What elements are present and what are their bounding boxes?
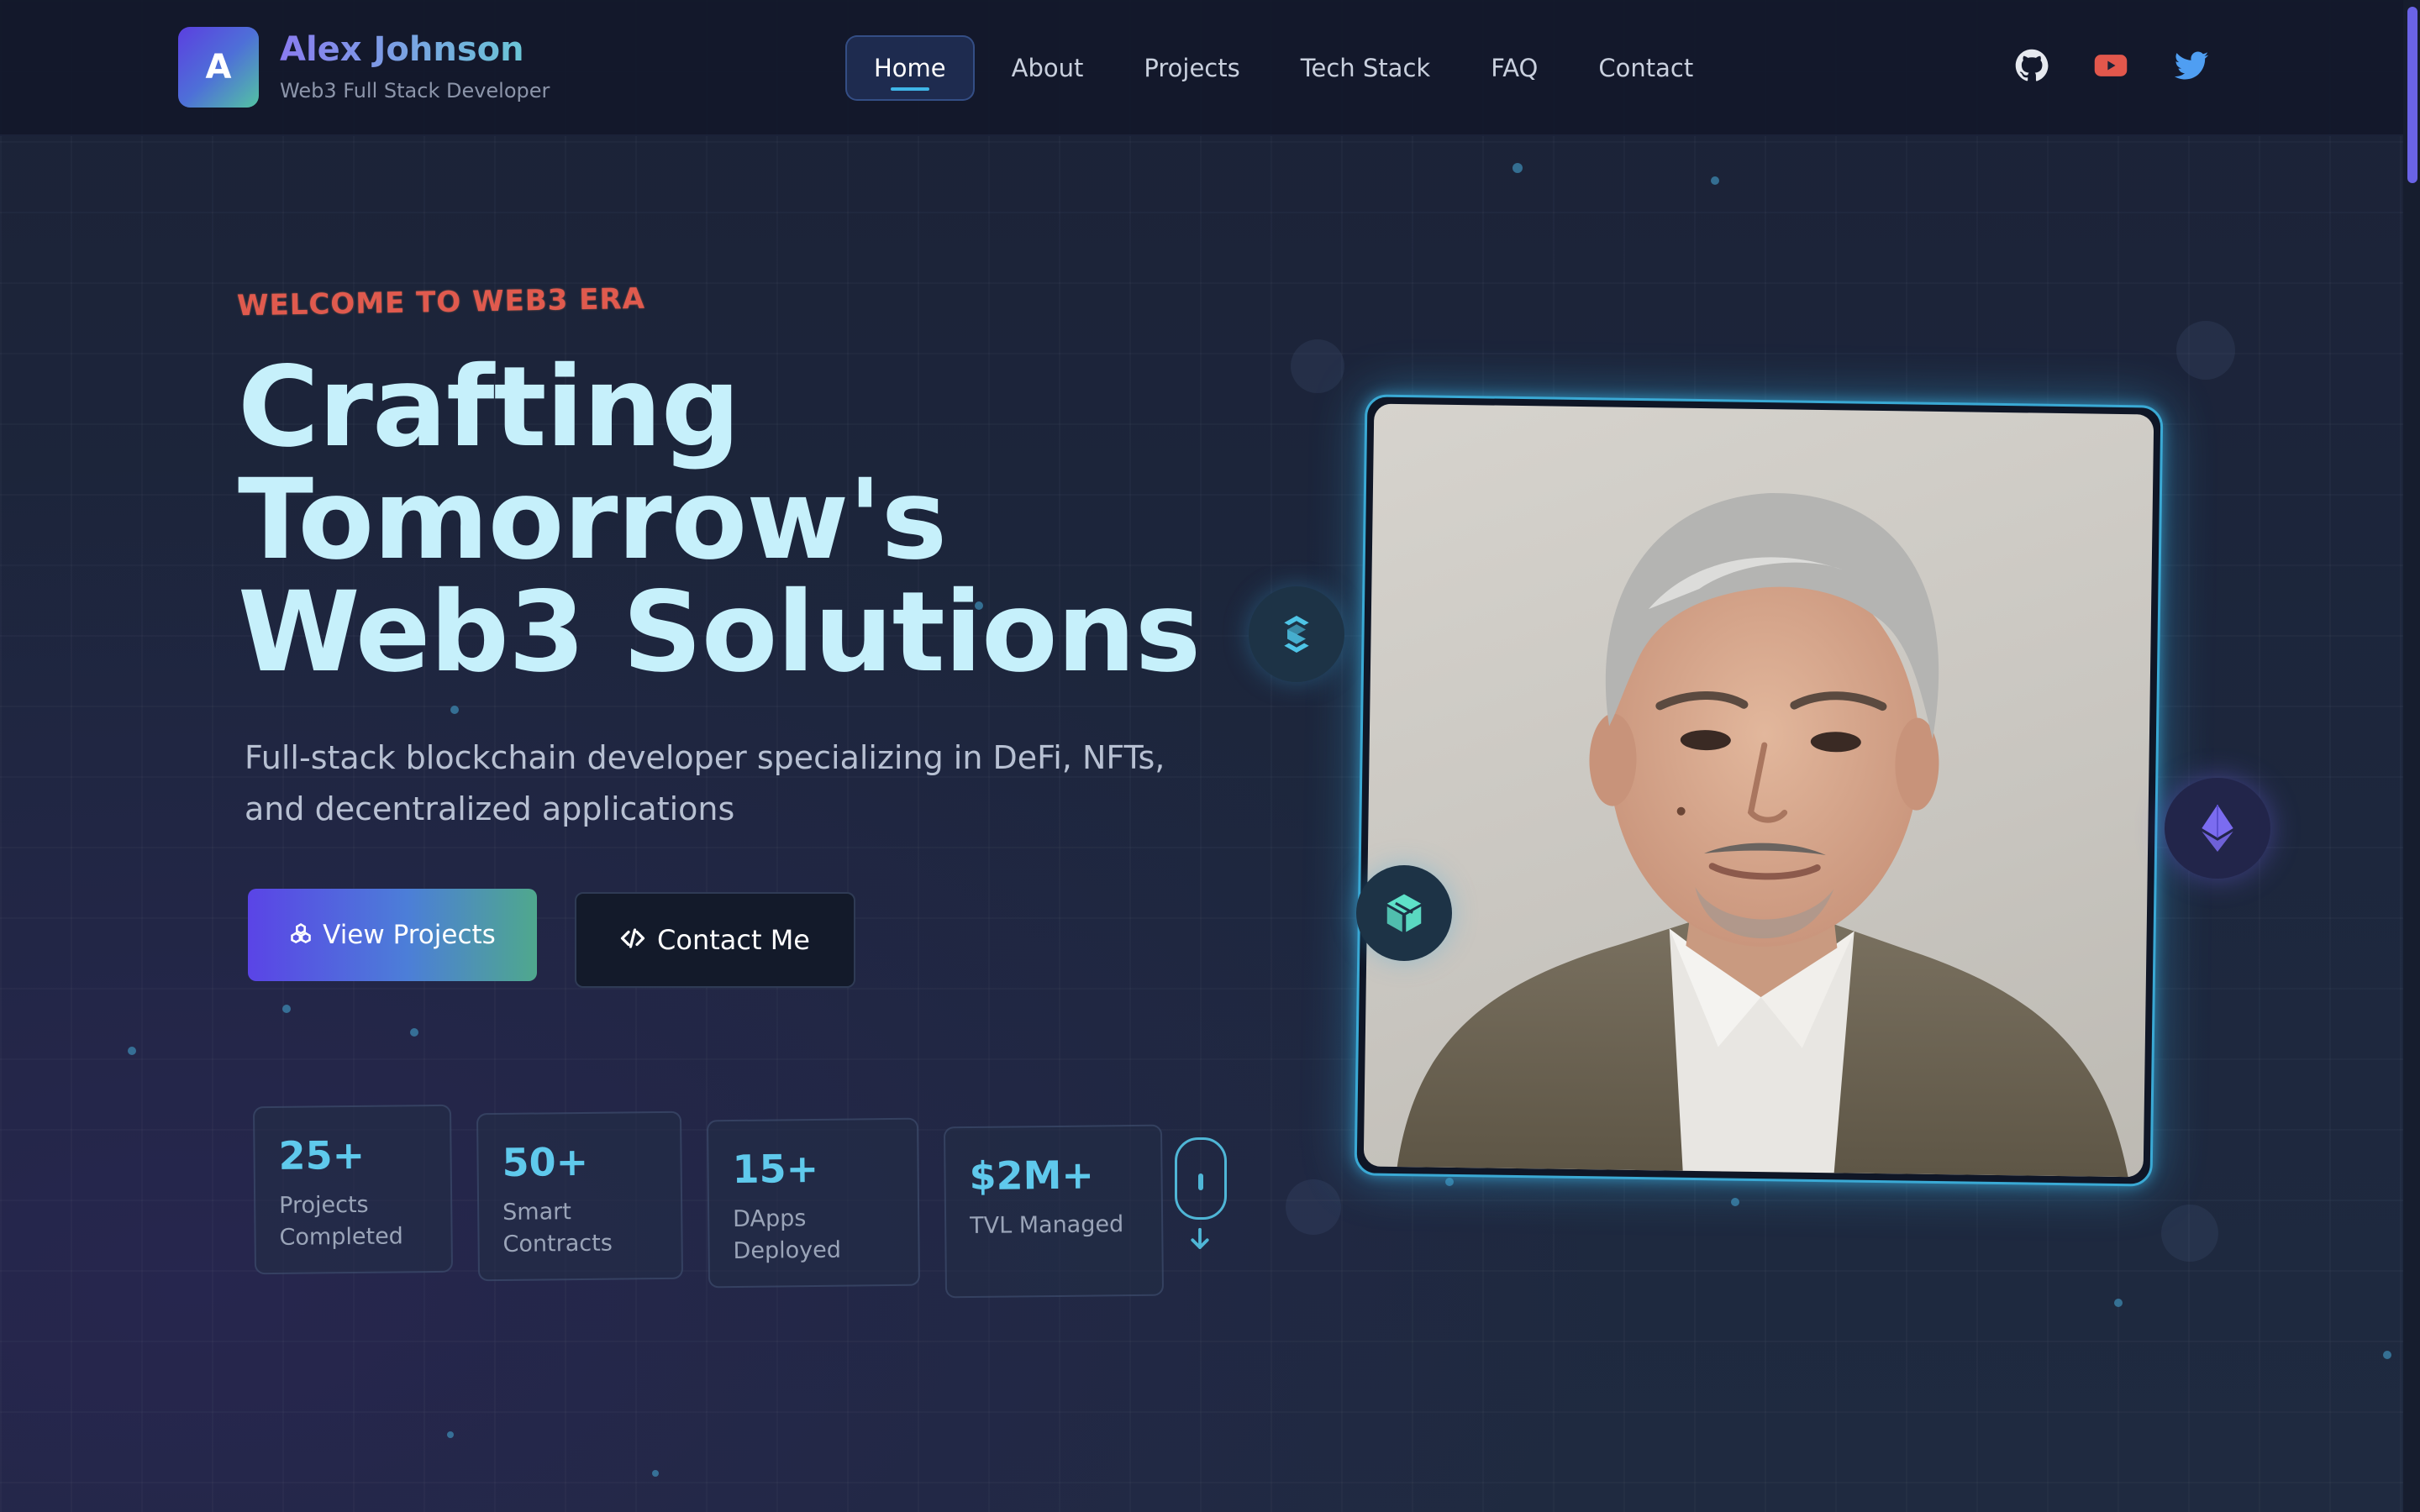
decor-dot bbox=[1445, 1178, 1454, 1186]
github-icon[interactable] bbox=[2013, 47, 2050, 84]
portrait-illustration bbox=[1397, 493, 2128, 1178]
decor-dot bbox=[652, 1470, 659, 1477]
hero-title-line: Tomorrow's bbox=[238, 455, 947, 585]
nav-about[interactable]: About bbox=[981, 37, 1114, 99]
hero-description: Full-stack blockchain developer speciali… bbox=[245, 739, 1165, 827]
page: A Alex Johnson Web3 Full Stack Developer… bbox=[0, 0, 2420, 1512]
view-projects-button[interactable]: View Projects bbox=[248, 889, 537, 981]
stat-value: 15+ bbox=[732, 1145, 819, 1193]
decor-ring bbox=[2161, 1205, 2218, 1262]
profile-photo-frame bbox=[1354, 394, 2164, 1187]
code-icon bbox=[620, 926, 645, 955]
decor-dot bbox=[2114, 1299, 2123, 1307]
decor-ring bbox=[1286, 1179, 1341, 1235]
stat-card: 15+ DApps Deployed bbox=[706, 1117, 921, 1289]
hero-eyebrow: WELCOME TO WEB3 ERA bbox=[236, 281, 646, 323]
decor-dot bbox=[410, 1028, 418, 1037]
hero-title: Crafting Tomorrow's Web3 Solutions bbox=[238, 351, 1246, 689]
youtube-icon[interactable] bbox=[2092, 47, 2129, 84]
hero-title-line: Crafting bbox=[238, 343, 740, 472]
site-header: A Alex Johnson Web3 Full Stack Developer… bbox=[0, 0, 2403, 136]
decor-dot bbox=[447, 1431, 454, 1438]
stat-value: $2M+ bbox=[969, 1152, 1095, 1200]
chainlink-icon[interactable] bbox=[1249, 586, 1344, 682]
nav-tech-stack[interactable]: Tech Stack bbox=[1270, 37, 1460, 99]
twitter-icon[interactable] bbox=[2173, 47, 2210, 84]
stat-label: Projects Completed bbox=[279, 1191, 404, 1251]
scrollbar-thumb[interactable] bbox=[2407, 7, 2417, 183]
logo[interactable]: A bbox=[178, 27, 259, 108]
decor-dot bbox=[2383, 1351, 2391, 1359]
nav-faq[interactable]: FAQ bbox=[1460, 37, 1568, 99]
cube-icon[interactable] bbox=[1356, 865, 1452, 961]
scrollbar[interactable] bbox=[2403, 0, 2420, 1512]
ethereum-icon[interactable] bbox=[2165, 778, 2270, 879]
stat-value: 25+ bbox=[278, 1131, 366, 1179]
stat-card: 25+ Projects Completed bbox=[252, 1104, 454, 1275]
brand-name[interactable]: Alex Johnson bbox=[280, 30, 524, 69]
decor-dot bbox=[1711, 176, 1719, 185]
stat-label: Smart Contracts bbox=[502, 1199, 613, 1257]
decor-dot bbox=[282, 1005, 291, 1013]
stat-card: $2M+ TVL Managed bbox=[943, 1124, 1165, 1299]
profile-photo bbox=[1363, 403, 2154, 1178]
arrow-down-icon[interactable] bbox=[1187, 1226, 1213, 1258]
brand-subtitle: Web3 Full Stack Developer bbox=[280, 79, 550, 102]
cubes-icon bbox=[289, 921, 313, 949]
stat-card: 50+ Smart Contracts bbox=[476, 1110, 684, 1282]
decor-dot bbox=[1512, 163, 1523, 173]
decor-dot bbox=[128, 1047, 136, 1055]
stat-label: DApps Deployed bbox=[733, 1205, 842, 1265]
contact-me-label: Contact Me bbox=[657, 924, 810, 956]
decor-dot bbox=[450, 706, 459, 714]
view-projects-label: View Projects bbox=[323, 920, 496, 950]
stat-label: TVL Managed bbox=[970, 1211, 1124, 1240]
scroll-mouse-wheel bbox=[1198, 1173, 1203, 1190]
hero-title-line: Web3 Solutions bbox=[238, 568, 1201, 697]
nav-projects[interactable]: Projects bbox=[1113, 37, 1270, 99]
nav-contact[interactable]: Contact bbox=[1568, 37, 1723, 99]
scroll-mouse-icon[interactable] bbox=[1175, 1137, 1227, 1220]
decor-dot bbox=[1731, 1198, 1739, 1206]
nav-home[interactable]: Home bbox=[845, 35, 975, 101]
main-nav: Home About Projects Tech Stack FAQ Conta… bbox=[845, 35, 1723, 101]
stat-value: 50+ bbox=[502, 1138, 589, 1185]
contact-me-button[interactable]: Contact Me bbox=[575, 892, 855, 988]
